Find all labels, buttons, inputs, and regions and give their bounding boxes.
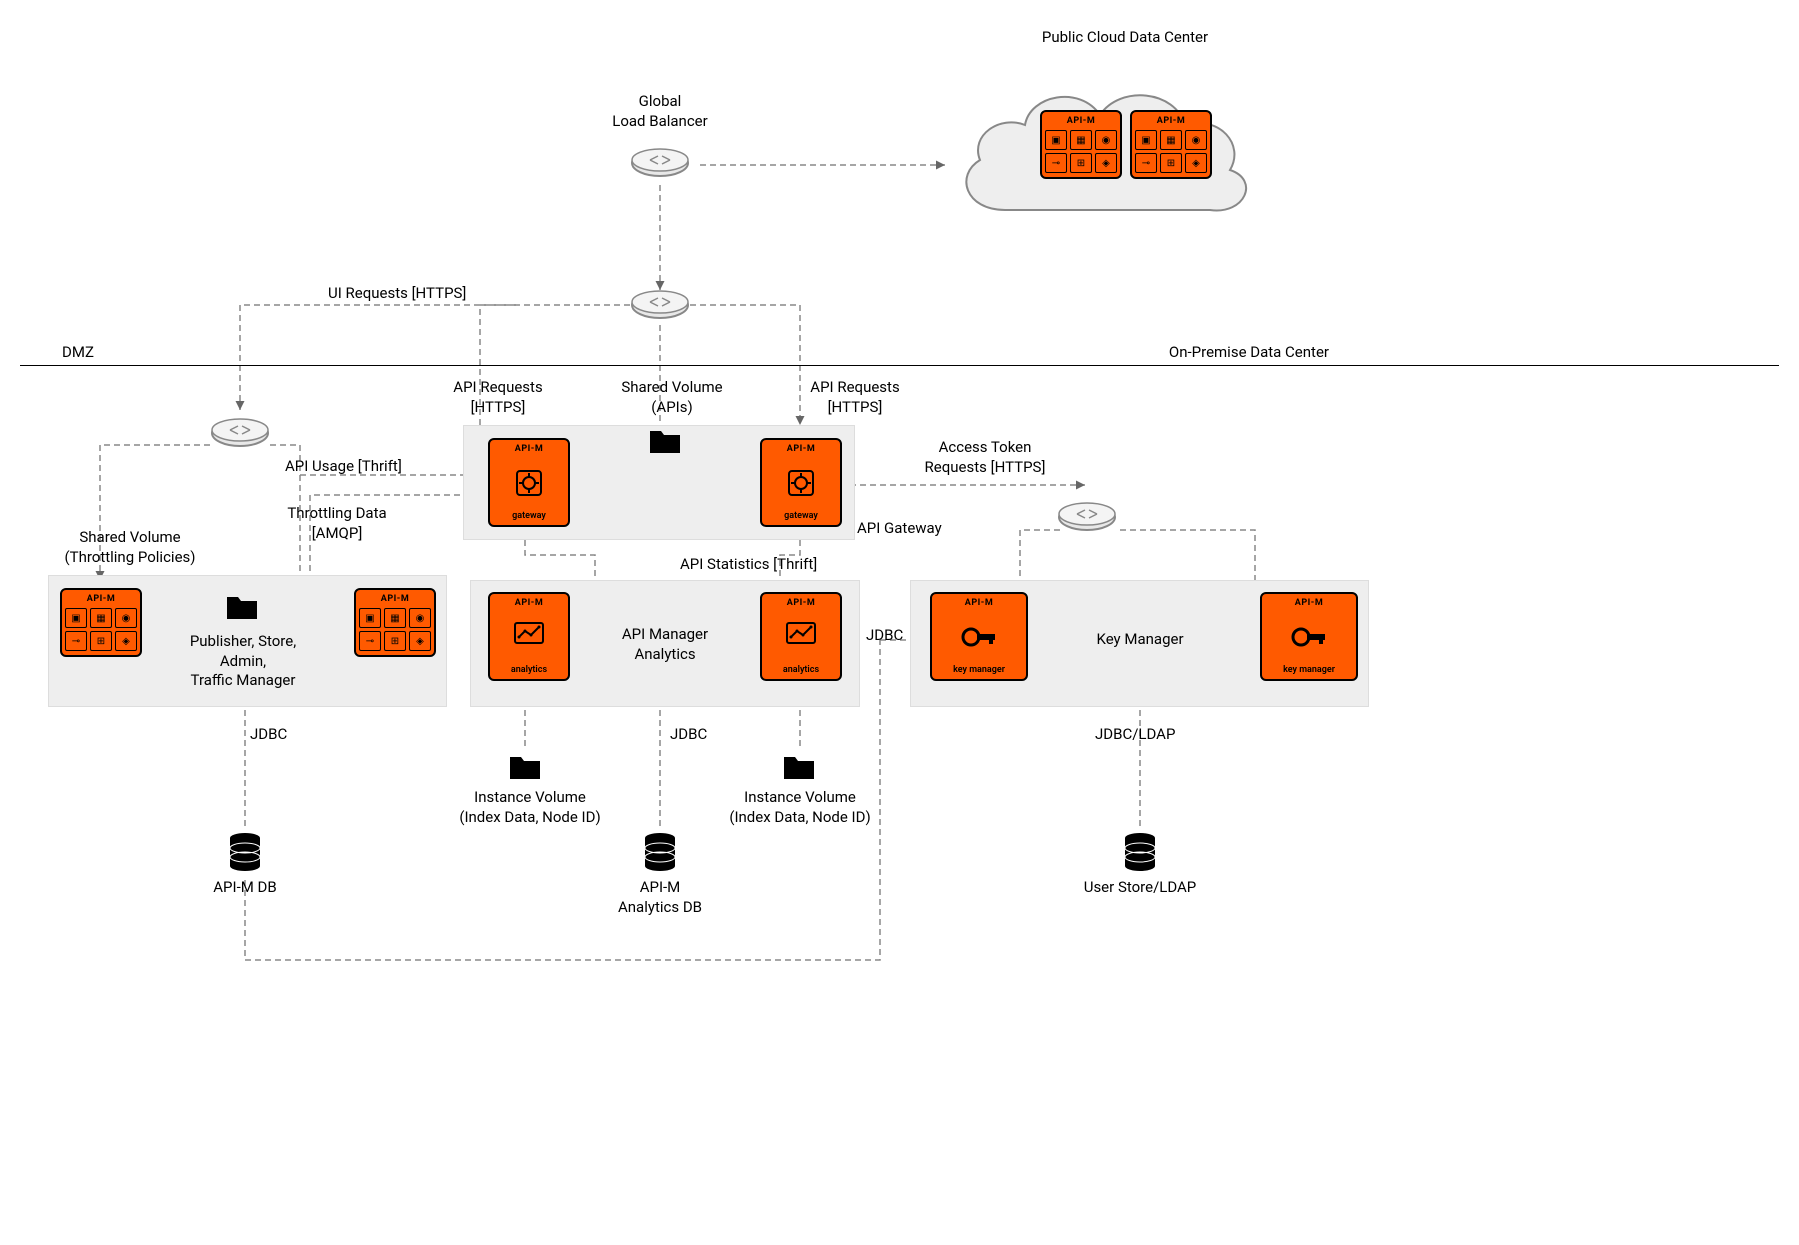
- apim-db-label: API-M DB: [200, 878, 290, 898]
- gateway-1: API-Mgateway: [488, 438, 570, 527]
- glb-label: GlobalLoad Balancer: [590, 92, 730, 131]
- api-gateway: API Gateway: [857, 519, 942, 539]
- router-left: [210, 418, 270, 448]
- keymgr-1: API-Mkey manager: [930, 592, 1028, 681]
- throttling: Throttling Data[AMQP]: [277, 504, 397, 543]
- analytics-label: API ManagerAnalytics: [605, 625, 725, 664]
- cloud-title: Public Cloud Data Center: [975, 28, 1275, 48]
- inst-vol-2: Instance Volume(Index Data, Node ID): [720, 788, 880, 827]
- db-analytics: [643, 832, 677, 872]
- router-keymgr: [1057, 502, 1117, 532]
- db-apim: [228, 832, 262, 872]
- api-stats: API Statistics [Thrift]: [680, 555, 817, 575]
- inst-vol-1: Instance Volume(Index Data, Node ID): [450, 788, 610, 827]
- ui-requests: UI Requests [HTTPS]: [328, 284, 466, 304]
- access-token: Access TokenRequests [HTTPS]: [915, 438, 1055, 477]
- onprem-label: On-Premise Data Center: [1169, 343, 1329, 363]
- router-glb: [630, 148, 690, 178]
- analytics-1: API-Manalytics: [488, 592, 570, 681]
- router-2: [630, 290, 690, 320]
- jdbc-2: JDBC: [670, 725, 707, 745]
- jdbc-1: JDBC: [250, 725, 287, 745]
- dmz-label: DMZ: [62, 343, 94, 363]
- keymgr-label: Key Manager: [1085, 630, 1195, 650]
- userstore-label: User Store/LDAP: [1070, 878, 1210, 898]
- folder-inst-1: [508, 753, 542, 781]
- keymgr-2: API-Mkey manager: [1260, 592, 1358, 681]
- api-req-left: API Requests[HTTPS]: [443, 378, 553, 417]
- jdbc-ldap: JDBC/LDAP: [1095, 725, 1175, 745]
- folder-apis: [648, 427, 682, 455]
- analytics-2: API-Manalytics: [760, 592, 842, 681]
- api-usage: API Usage [Thrift]: [285, 457, 402, 477]
- api-req-right: API Requests[HTTPS]: [800, 378, 910, 417]
- jdbc-keymgr: JDBC: [866, 626, 903, 646]
- publisher-2: API-M▣▦◉⊸⊞◈: [354, 588, 436, 657]
- publisher-1: API-M▣▦◉⊸⊞◈: [60, 588, 142, 657]
- shared-pol: Shared Volume(Throttling Policies): [55, 528, 205, 567]
- shared-apis: Shared Volume(APIs): [612, 378, 732, 417]
- publisher-label: Publisher, Store,Admin,Traffic Manager: [173, 632, 313, 691]
- folder-inst-2: [782, 753, 816, 781]
- folder-policies: [225, 593, 259, 621]
- cloud-apim-1: API-M▣▦◉⊸⊞◈: [1040, 110, 1122, 179]
- analytics-db-label: API-MAnalytics DB: [610, 878, 710, 917]
- gateway-2: API-Mgateway: [760, 438, 842, 527]
- cloud-apim-2: API-M▣▦◉⊸⊞◈: [1130, 110, 1212, 179]
- db-userstore: [1123, 832, 1157, 872]
